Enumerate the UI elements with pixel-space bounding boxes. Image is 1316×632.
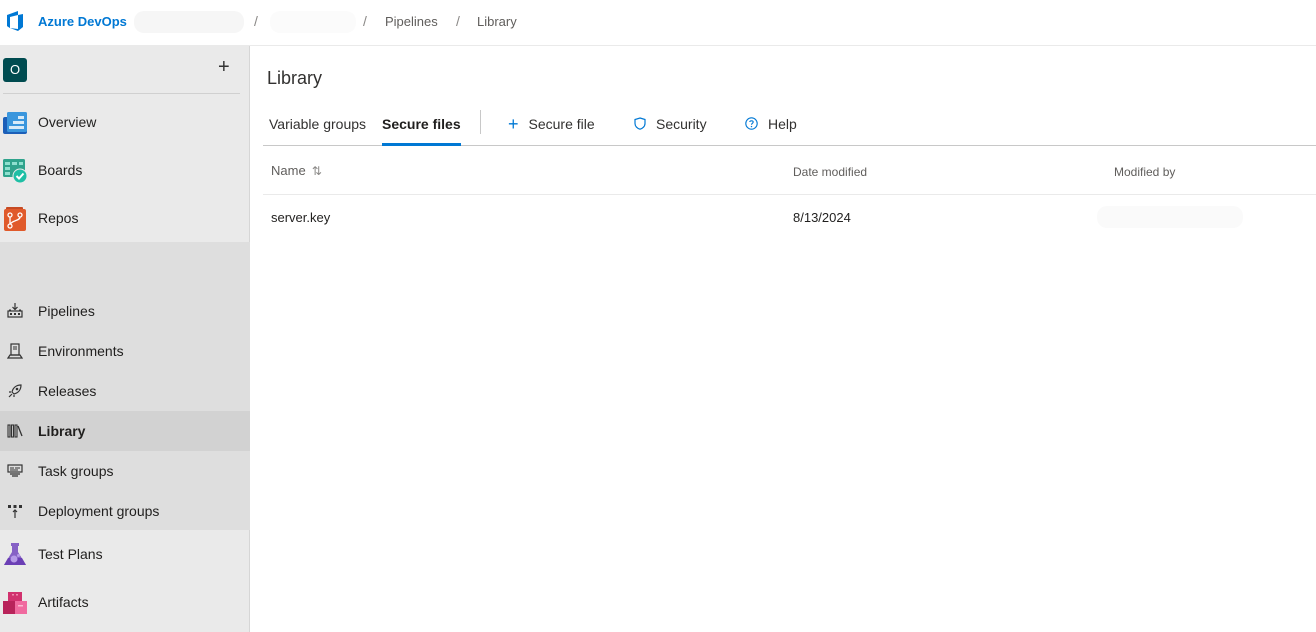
breadcrumb-separator: / xyxy=(456,13,460,29)
plus-icon: + xyxy=(508,114,519,134)
sidebar-item-boards[interactable]: Boards xyxy=(0,147,250,195)
overview-icon xyxy=(3,112,27,134)
help-button[interactable]: Help xyxy=(745,116,797,132)
breadcrumb-separator: / xyxy=(254,13,258,29)
help-label: Help xyxy=(768,116,797,132)
boards-icon xyxy=(3,159,27,183)
sidebar-subitem-label: Task groups xyxy=(38,463,114,479)
file-name[interactable]: server.key xyxy=(271,210,330,225)
sidebar-subitem-library[interactable]: Library xyxy=(0,411,250,451)
tab-variable-groups[interactable]: Variable groups xyxy=(269,116,366,146)
tab-secure-files[interactable]: Secure files xyxy=(382,116,461,146)
security-button[interactable]: Security xyxy=(634,116,707,132)
sidebar-item-test-plans[interactable]: Test Plans xyxy=(0,531,250,579)
breadcrumb-separator: / xyxy=(363,13,367,29)
project-name-redacted[interactable] xyxy=(270,11,356,33)
test-plans-icon xyxy=(4,543,26,565)
date-modified: 8/13/2024 xyxy=(793,210,851,225)
sidebar-item-artifacts[interactable]: Artifacts xyxy=(0,579,250,627)
sidebar: O + Overview Boards Repos Pipelines Envi… xyxy=(0,46,250,632)
sidebar-subitem-task-groups[interactable]: Task groups xyxy=(0,451,250,491)
sort-icon[interactable]: ⇅ xyxy=(312,164,322,178)
column-header-date-modified[interactable]: Date modified xyxy=(793,165,867,179)
sidebar-subitem-releases[interactable]: Releases xyxy=(0,371,250,411)
sidebar-item-label: Overview xyxy=(38,114,97,130)
project-row: O + xyxy=(0,46,250,94)
sidebar-subitem-label: Pipelines xyxy=(38,303,95,319)
pipelines-subnav: Pipelines Environments Releases Library … xyxy=(0,242,250,530)
tab-bar: Variable groups Secure files + Secure fil… xyxy=(263,100,1316,146)
shield-icon xyxy=(634,117,646,130)
sidebar-subitem-label: Library xyxy=(38,423,86,439)
azure-devops-logo-icon[interactable] xyxy=(5,10,25,32)
breadcrumb-pipelines[interactable]: Pipelines xyxy=(385,14,438,29)
releases-icon xyxy=(8,384,22,398)
project-avatar[interactable]: O xyxy=(3,58,27,82)
brand-link[interactable]: Azure DevOps xyxy=(38,14,127,29)
task-groups-icon xyxy=(7,464,23,477)
divider xyxy=(3,93,240,94)
column-header-modified-by[interactable]: Modified by xyxy=(1114,165,1175,179)
sidebar-item-repos[interactable]: Repos xyxy=(0,195,250,243)
organization-name-redacted[interactable] xyxy=(134,11,244,33)
breadcrumb-library[interactable]: Library xyxy=(477,14,517,29)
deployment-groups-icon xyxy=(8,505,22,518)
library-icon xyxy=(7,424,23,438)
sidebar-subitem-pipelines[interactable]: Pipelines xyxy=(0,291,250,331)
pipelines-sub-icon xyxy=(7,303,23,318)
add-secure-file-label: Secure file xyxy=(528,116,595,132)
modified-by-redacted xyxy=(1097,206,1243,228)
sidebar-subitem-label: Deployment groups xyxy=(38,503,160,519)
security-label: Security xyxy=(656,116,707,132)
sidebar-subitem-environments[interactable]: Environments xyxy=(0,331,250,371)
top-bar: Azure DevOps / / Pipelines / Library xyxy=(0,0,1316,46)
table-row[interactable]: server.key 8/13/2024 xyxy=(263,195,1316,243)
environments-icon xyxy=(7,343,23,359)
divider xyxy=(480,110,481,134)
artifacts-icon xyxy=(3,592,27,614)
table-header: Name ⇅ Date modified Modified by xyxy=(263,147,1316,195)
repos-icon xyxy=(4,207,26,231)
help-icon xyxy=(745,117,758,130)
sidebar-item-label: Repos xyxy=(38,210,79,226)
sidebar-subitem-label: Environments xyxy=(38,343,124,359)
sidebar-item-label: Artifacts xyxy=(38,594,89,610)
add-button[interactable]: + xyxy=(218,57,230,77)
column-header-label: Name xyxy=(271,163,306,178)
sidebar-item-label: Test Plans xyxy=(38,546,103,562)
sidebar-item-label: Boards xyxy=(38,162,83,178)
page-title: Library xyxy=(267,68,323,88)
column-header-name[interactable]: Name ⇅ xyxy=(271,163,322,178)
sidebar-subitem-label: Releases xyxy=(38,383,97,399)
sidebar-subitem-deployment-groups[interactable]: Deployment groups xyxy=(0,491,250,531)
add-secure-file-button[interactable]: + Secure file xyxy=(508,114,595,134)
main-content: Library Variable groups Secure files + Se… xyxy=(251,46,1316,632)
sidebar-item-overview[interactable]: Overview xyxy=(0,99,250,147)
